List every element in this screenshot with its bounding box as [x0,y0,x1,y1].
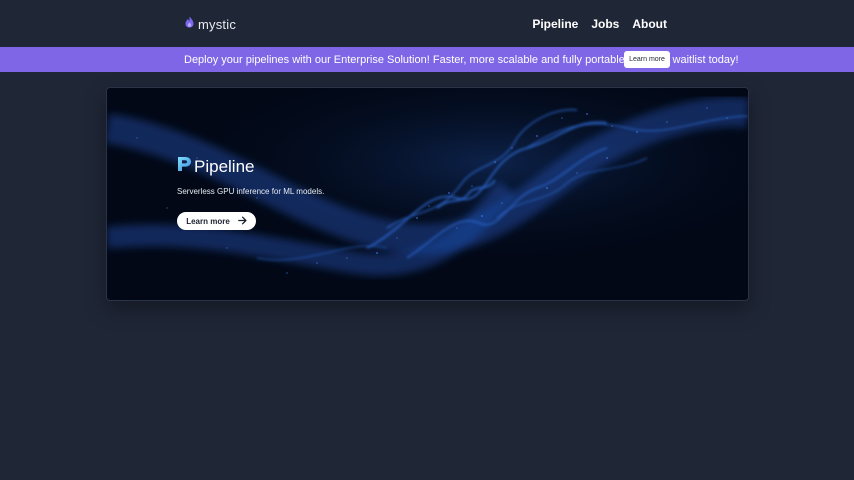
hero-card: Pipeline Serverless GPU inference for ML… [106,87,749,301]
top-navigation: mystic Pipeline Jobs About [0,0,854,47]
hero-learn-more-button[interactable]: Learn more [177,212,256,230]
pipeline-logo: Pipeline [177,156,255,177]
banner-learn-more-button[interactable]: Learn more [624,51,670,68]
arrow-right-icon [237,216,247,227]
nav-link-pipeline[interactable]: Pipeline [532,17,578,31]
nav-link-jobs[interactable]: Jobs [591,17,619,31]
announcement-banner: Deploy your pipelines with our Enterpris… [0,47,854,72]
brand-name: mystic [198,16,237,32]
hero-cta-label: Learn more [186,216,230,226]
flame-drop-icon [185,15,194,33]
pipeline-p-icon [177,156,192,177]
hero-tagline: Serverless GPU inference for ML models. [177,187,325,196]
pipeline-product-name: Pipeline [194,156,255,176]
nav-links: Pipeline Jobs About [532,17,667,31]
nav-link-about[interactable]: About [632,17,667,31]
brand-logo[interactable]: mystic [185,15,236,33]
